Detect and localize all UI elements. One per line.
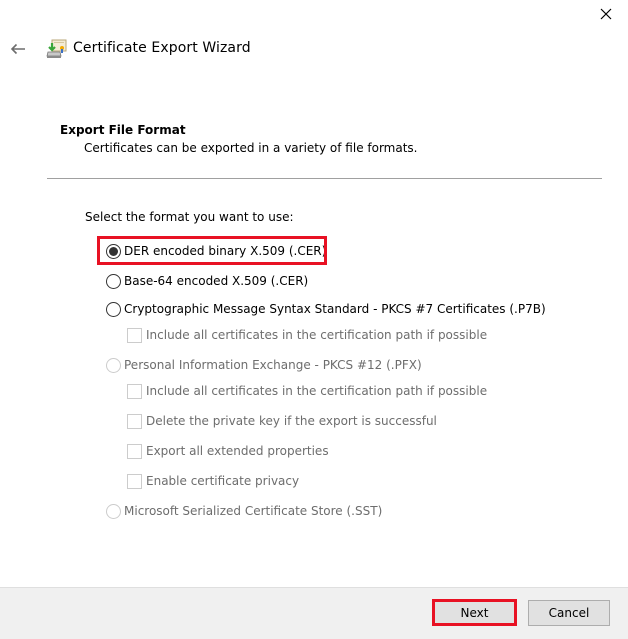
radio-button-checked[interactable] [106, 243, 121, 259]
back-button[interactable] [7, 40, 29, 58]
radio-pkcs12-pfx[interactable]: Personal Information Exchange - PKCS #12… [106, 356, 422, 374]
certificate-export-wizard-window: Certificate Export Wizard Export File Fo… [0, 0, 628, 639]
checkbox[interactable] [127, 413, 142, 429]
next-button[interactable]: Next [432, 599, 517, 626]
option-label: Delete the private key if the export is … [146, 414, 437, 428]
close-icon [600, 8, 612, 20]
format-prompt: Select the format you want to use: [85, 210, 294, 224]
close-button[interactable] [590, 0, 622, 28]
radio-button-disabled[interactable] [106, 503, 121, 519]
header-separator [47, 178, 602, 179]
checkbox-pfx-include-path[interactable]: Include all certificates in the certific… [127, 382, 487, 400]
radio-serialized-store-sst[interactable]: Microsoft Serialized Certificate Store (… [106, 502, 382, 520]
option-label: Enable certificate privacy [146, 474, 300, 488]
option-label: Cryptographic Message Syntax Standard - … [124, 302, 546, 316]
cancel-button[interactable]: Cancel [528, 600, 610, 626]
option-label: Include all certificates in the certific… [146, 384, 488, 398]
certificate-export-icon [46, 39, 67, 58]
radio-der-encoded[interactable]: DER encoded binary X.509 (.CER) [106, 242, 326, 260]
wizard-footer: Next Cancel [0, 587, 628, 639]
radio-base64-encoded[interactable]: Base-64 encoded X.509 (.CER) [106, 272, 308, 290]
checkbox-pfx-certificate-privacy[interactable]: Enable certificate privacy [127, 472, 299, 490]
radio-button[interactable] [106, 301, 121, 317]
wizard-header: Certificate Export Wizard [0, 34, 628, 64]
section-description: Certificates can be exported in a variet… [84, 141, 418, 155]
checkbox-pfx-delete-private-key[interactable]: Delete the private key if the export is … [127, 412, 437, 430]
checkbox[interactable] [127, 473, 142, 489]
radio-pkcs7[interactable]: Cryptographic Message Syntax Standard - … [106, 300, 546, 318]
back-arrow-icon [10, 43, 25, 55]
checkbox[interactable] [127, 327, 142, 343]
checkbox-p7b-include-path[interactable]: Include all certificates in the certific… [127, 326, 487, 344]
checkbox[interactable] [127, 383, 142, 399]
section-title: Export File Format [60, 123, 186, 137]
checkbox[interactable] [127, 443, 142, 459]
wizard-title: Certificate Export Wizard [73, 40, 251, 56]
radio-button-disabled[interactable] [106, 357, 121, 373]
checkbox-pfx-extended-properties[interactable]: Export all extended properties [127, 442, 329, 460]
option-label: Include all certificates in the certific… [146, 328, 488, 342]
radio-button[interactable] [106, 273, 121, 289]
option-label: Base-64 encoded X.509 (.CER) [124, 274, 309, 288]
option-label: DER encoded binary X.509 (.CER) [124, 244, 327, 258]
option-label: Personal Information Exchange - PKCS #12… [124, 358, 422, 372]
option-label: Microsoft Serialized Certificate Store (… [124, 504, 383, 518]
option-label: Export all extended properties [146, 444, 329, 458]
radio-dot [109, 246, 118, 256]
